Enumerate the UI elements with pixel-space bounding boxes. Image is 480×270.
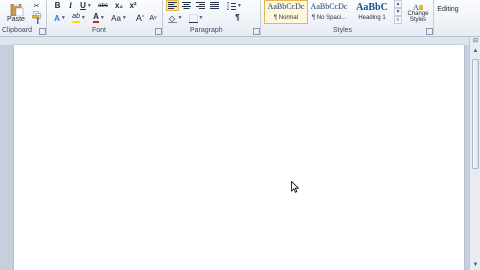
group-labels: Clipboard Font Paragraph Styles [0,27,480,37]
highlight-button[interactable]: ab ▼ [70,12,88,24]
superscript-button[interactable]: x² [127,0,139,11]
styles-gallery-scroll[interactable]: ▲ ▼ ≡ [394,0,402,26]
strikethrough-glyph: abc [98,2,108,9]
underline-button[interactable]: U ▼ [78,0,94,11]
align-right-button[interactable] [195,0,206,11]
paragraph-dialog-launcher[interactable] [253,28,260,35]
chevron-down-icon: ▼ [177,15,183,21]
chevron-up-icon[interactable]: ▲ [394,0,402,8]
style-name: ¶ Normal [273,15,299,21]
chevron-down-icon: ▼ [80,15,86,21]
style-preview: AaBbCcDc [310,2,348,11]
font-color-button[interactable]: A ▼ [90,12,108,24]
justify-button[interactable] [209,0,220,11]
font-group-label: Font [92,27,107,34]
style-name: Heading 1 [358,15,386,21]
borders-button[interactable]: ▼ [187,12,205,24]
superscript-glyph: x² [129,1,137,10]
chevron-down-icon: ▼ [121,15,127,21]
editing-button[interactable]: Editing [435,3,461,15]
shrink-font-button[interactable]: Av [147,12,159,24]
style-no-spacing[interactable]: AaBbCcDc ¶ No Spaci... [307,0,351,24]
strikethrough-button[interactable]: abc [96,0,110,11]
gallery-more-icon[interactable]: ≡ [394,16,402,24]
highlight-icon: ab [72,13,80,23]
paragraph-group-label: Paragraph [190,27,223,34]
subscript-glyph: x₂ [114,1,123,10]
show-formatting-button[interactable]: ¶ [232,12,243,23]
clipboard-group-label: Clipboard [2,27,32,34]
align-left-button[interactable] [166,0,179,11]
style-normal[interactable]: AaBbCcDc ¶ Normal [264,0,308,24]
scroll-up-icon[interactable]: ▲ [470,46,480,56]
underline-glyph: U [80,1,86,10]
borders-icon [188,13,198,23]
italic-glyph: I [68,1,73,10]
change-styles-icon: A [413,3,423,11]
font-dialog-launcher[interactable] [155,28,162,35]
justify-icon [210,2,219,9]
document-page[interactable] [14,45,464,270]
line-spacing-button[interactable]: ▼ [226,0,242,11]
paste-label: Paste [7,15,25,23]
style-heading-1[interactable]: AaBbC Heading 1 [350,0,394,24]
clipboard-dialog-launcher[interactable] [39,28,46,35]
chevron-down-icon: ▼ [99,15,105,21]
style-preview: AaBbCcDc [267,2,305,11]
editing-label: Editing [437,5,459,13]
align-center-icon [182,2,191,9]
svg-text:A: A [413,3,419,11]
text-effects-icon: A [54,13,60,23]
style-preview: AaBbC [356,2,388,13]
align-left-icon [168,2,177,9]
chevron-down-icon[interactable]: ▼ [394,8,402,16]
chevron-down-icon: ▼ [237,2,242,9]
ruler [0,37,470,45]
change-styles-button[interactable]: A Change Styles [405,0,431,26]
format-painter-button[interactable] [31,14,42,25]
bold-glyph: B [54,1,61,10]
shading-icon [167,15,177,23]
styles-group-label: Styles [333,27,353,34]
chevron-down-icon: ▼ [198,15,204,21]
mouse-cursor-icon [291,181,299,193]
subscript-button[interactable]: x₂ [113,0,125,11]
shading-button[interactable]: ▼ [166,12,184,24]
paste-icon [10,3,24,16]
align-center-button[interactable] [181,0,192,11]
styles-dialog-launcher[interactable] [426,28,433,35]
scroll-down-icon[interactable]: ▼ [470,260,480,270]
italic-button[interactable]: I [65,0,76,11]
format-painter-icon [32,15,40,24]
change-case-button[interactable]: Aa ▼ [110,12,128,24]
line-spacing-icon [226,1,237,10]
vertical-scrollbar[interactable]: ⊟ ▲ ▼ [469,37,480,270]
change-case-icon: Aa [111,13,121,23]
paste-button[interactable]: Paste [2,0,30,26]
font-color-icon: A [93,12,99,23]
align-right-icon [196,2,205,9]
view-ruler-icon[interactable]: ⊟ [470,37,480,45]
chevron-down-icon: ▼ [60,15,66,21]
text-effects-button[interactable]: A ▼ [52,12,68,24]
chevron-down-icon: ▼ [86,2,92,9]
ribbon: Paste ✂ B I U ▼ abc x₂ x² A ▼ ab ▼ A ▼ A… [0,0,480,37]
pilcrow-icon: ¶ [235,13,240,22]
style-name: ¶ No Spaci... [311,15,347,21]
grow-font-button[interactable]: A ^ [134,12,146,24]
change-styles-label-2: Styles [409,17,427,23]
scrollbar-thumb[interactable] [472,59,479,169]
bold-button[interactable]: B [52,0,63,11]
